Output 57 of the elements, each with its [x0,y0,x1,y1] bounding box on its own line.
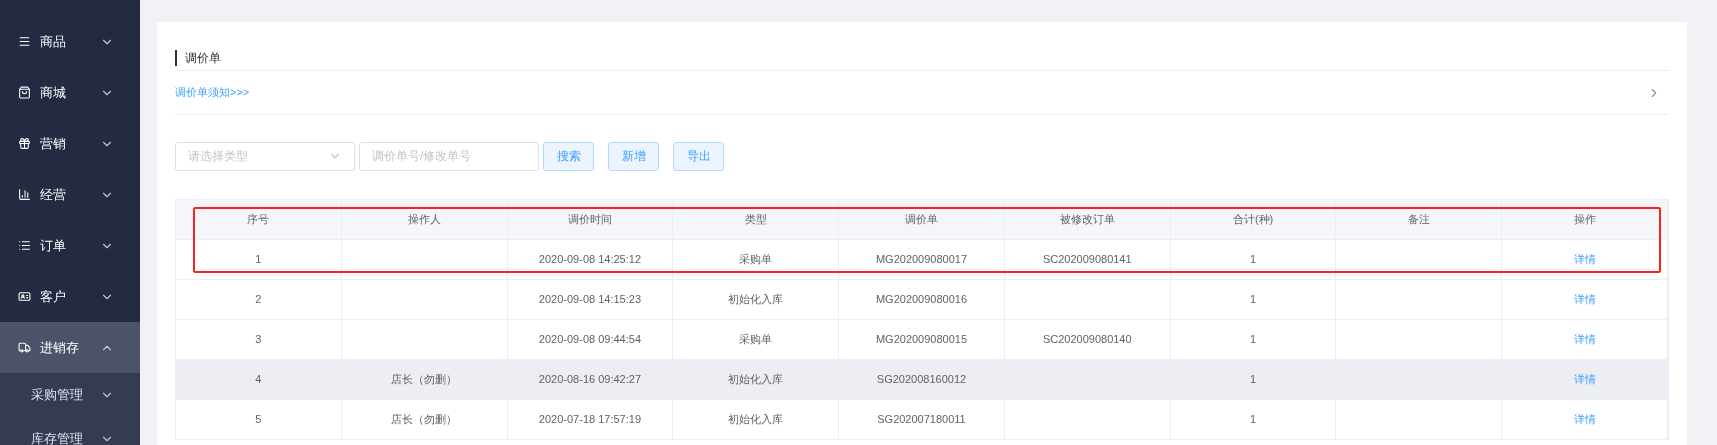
search-button[interactable]: 搜索 [543,141,594,171]
sidebar-item[interactable]: 营销 [0,118,140,169]
table-cell-text: 5 [255,412,262,428]
table-cell-text: 1 [1250,372,1257,388]
table-cell-text: 采购单 [739,252,773,268]
id-card-icon [18,290,31,303]
table-cell-text: 3 [255,332,262,348]
sidebar-item[interactable]: 经营 [0,169,140,220]
table-cell-text: MG202009080015 [875,332,968,348]
notice-link[interactable]: 调价单须知>>> [175,84,250,101]
table-cell-text: 初始化入库 [728,292,784,308]
search-field[interactable]: 调价单号/修改单号 [359,141,539,171]
table-cell-text: 1 [1250,412,1257,428]
table-cell-text: 2020-09-08 09:44:54 [538,332,641,348]
sidebar-item[interactable]: 进销存 [0,322,140,373]
truck-icon [18,341,31,354]
details-link[interactable]: 详情 [1573,291,1596,308]
table-cell-text: 2020-08-16 09:42:27 [538,372,641,388]
bar-chart-icon [18,188,31,201]
sidebar-item[interactable]: 商城 [0,67,140,118]
sidebar-item[interactable]: 订单 [0,220,140,271]
table-cell-text: 1 [1250,332,1257,348]
table-cell-text: SC202009080141 [1042,252,1132,268]
table-cell-text: 初始化入库 [728,412,784,428]
details-link[interactable]: 详情 [1573,371,1596,388]
bag-icon [18,86,31,99]
table-cell-text: MG202009080016 [875,292,968,308]
table-cell-text: 店长（勿删） [391,412,458,428]
page-title: 调价单 [175,50,221,66]
table-cell-text: SC202009080140 [1042,332,1132,348]
submenu-item[interactable]: 库存管理 [0,417,140,445]
table-cell-text: 2 [255,292,262,308]
list-icon [18,239,31,252]
table-cell-text: 1 [1250,292,1257,308]
table-cell-text: 2020-07-18 17:57:19 [538,412,641,428]
table-cell-text: MG202009080017 [875,252,968,268]
details-link[interactable]: 详情 [1573,251,1596,268]
table-cell-text: SG202008160012 [876,372,967,388]
table-cell-text: 采购单 [739,332,773,348]
add-button[interactable]: 新增 [608,141,659,171]
table-cell-text: 初始化入库 [728,372,784,388]
table-cell-text: 2020-09-08 14:15:23 [538,292,641,308]
sidebar-item[interactable]: 商品 [0,16,140,67]
table-cell-text: 1 [1250,252,1257,268]
table-cell-text: 2020-09-08 14:25:12 [538,252,641,268]
table-cell-text: 1 [255,252,262,268]
export-button[interactable]: 导出 [673,141,724,171]
details-link[interactable]: 详情 [1573,331,1596,348]
submenu-item[interactable]: 采购管理 [0,373,140,417]
table-cell-text: SG202007180011 [877,412,966,428]
details-link[interactable]: 详情 [1573,411,1596,428]
sidebar-item[interactable]: 客户 [0,271,140,322]
type-select[interactable]: 请选择类型 [175,141,355,171]
table-cell-text: 店长（勿删） [391,372,458,388]
table-cell-text: 4 [255,372,262,388]
gift-icon [18,137,31,150]
menu-icon [18,35,31,48]
